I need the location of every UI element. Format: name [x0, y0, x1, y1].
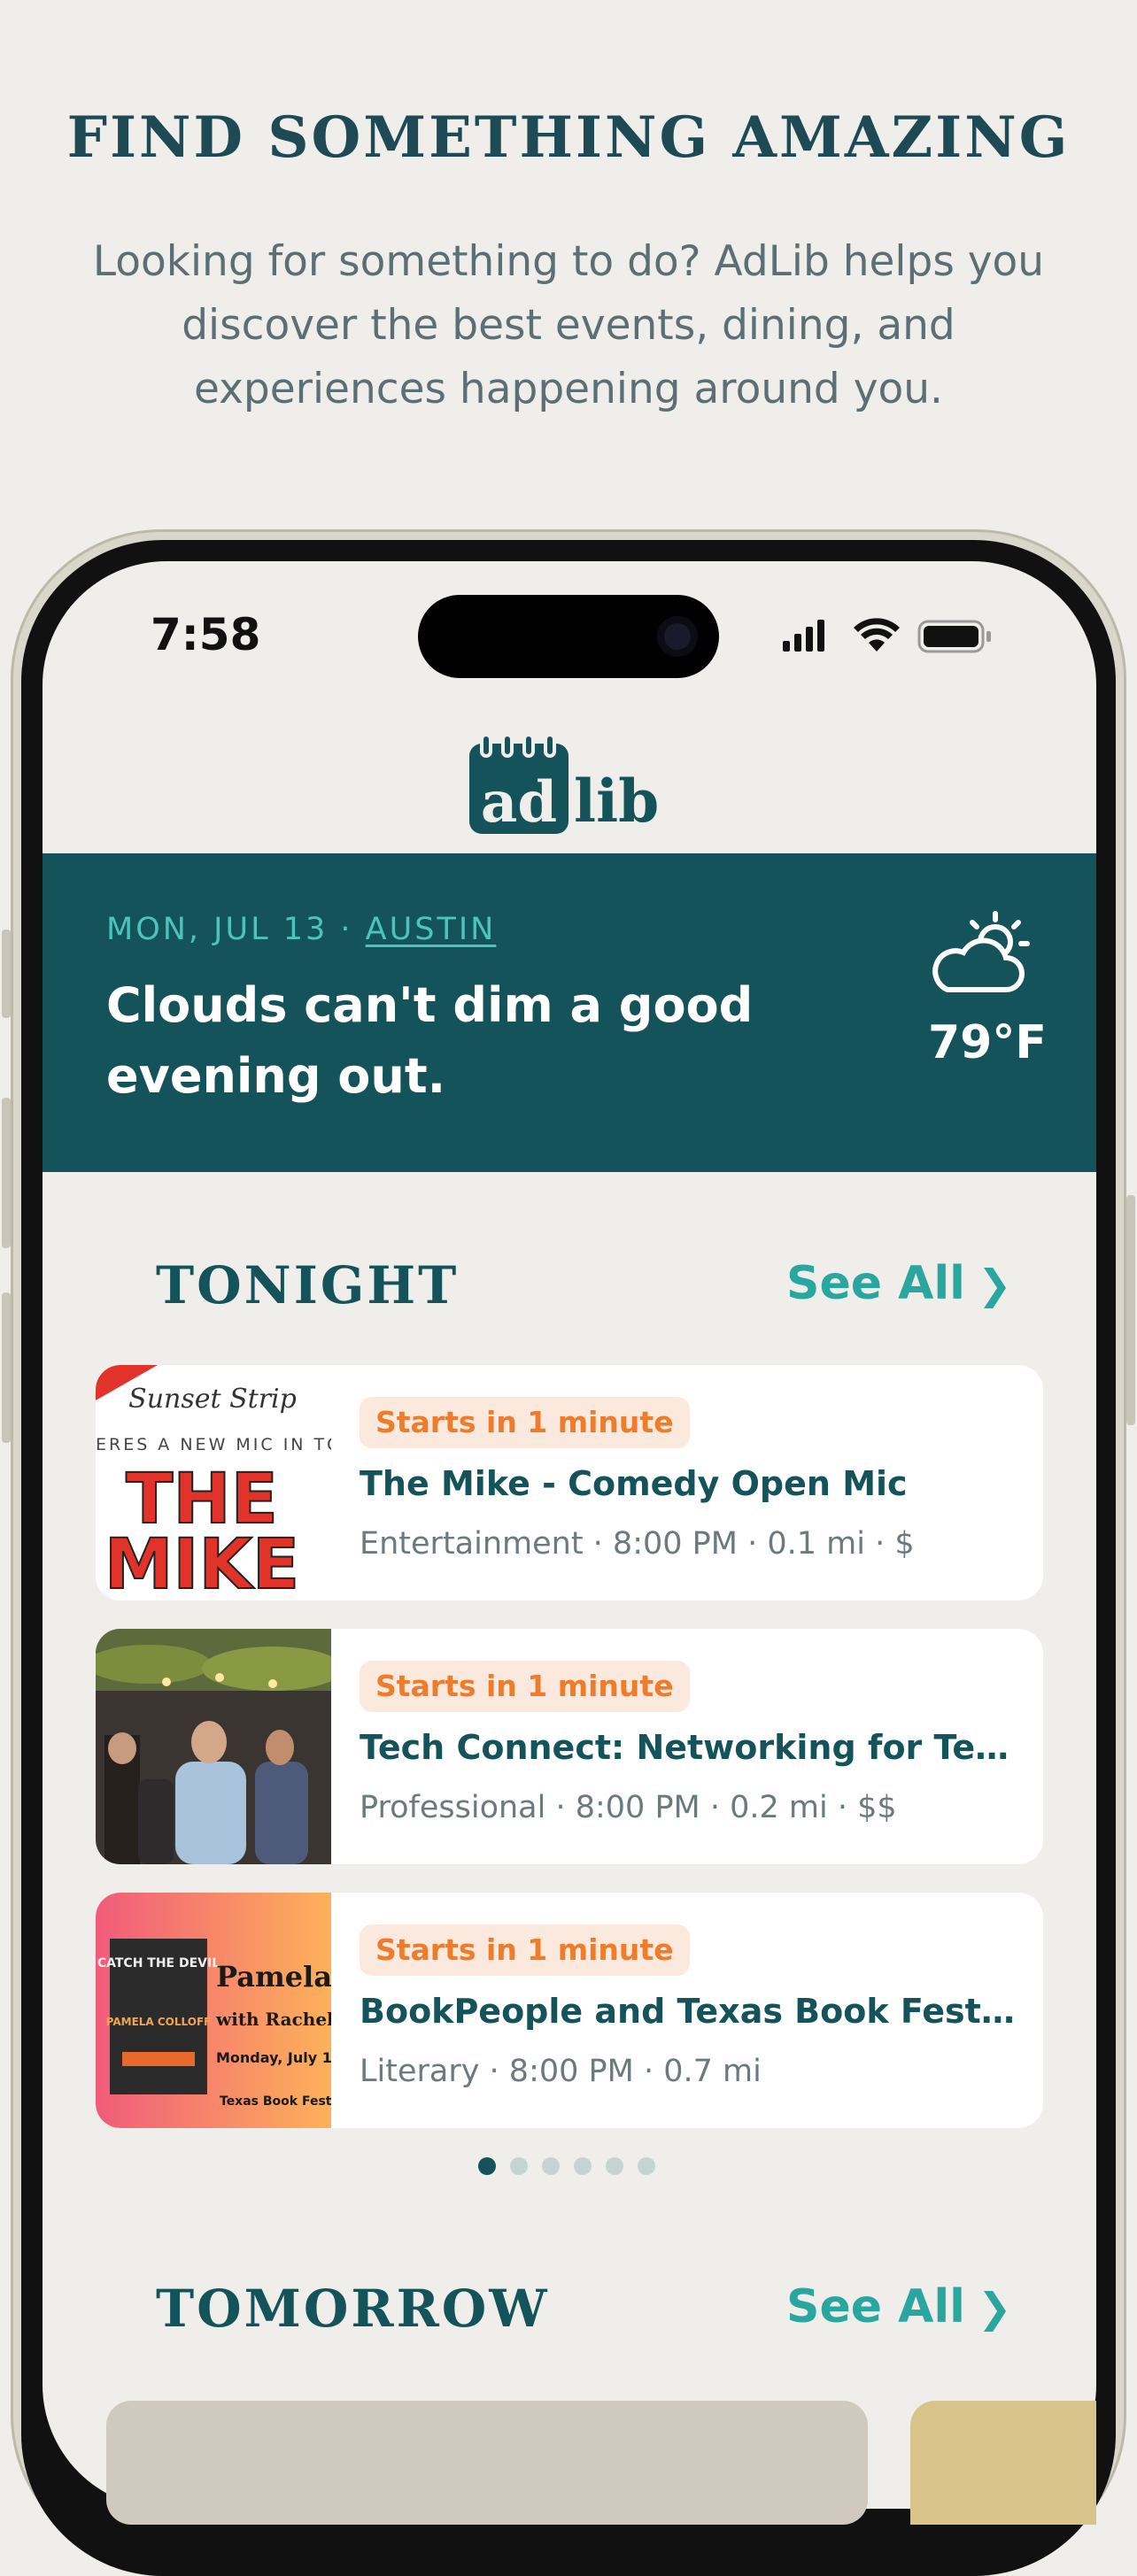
status-time: 7:58: [151, 609, 261, 660]
weather-temperature: 79°F: [928, 1016, 1047, 1069]
adlib-logo: ad lib: [469, 735, 659, 836]
action-button: [2, 929, 11, 1018]
event-thumbnail: CATCH THE DEVIL PAMELA COLLOFF Pamela C …: [96, 1893, 331, 2128]
event-meta: Entertainment · 8:00 PM · 0.1 mi · $: [360, 1526, 915, 1562]
pager-dot[interactable]: [606, 2157, 623, 2175]
svg-text:PAMELA COLLOFF: PAMELA COLLOFF: [106, 2016, 212, 2028]
event-title: The Mike - Comedy Open Mic: [360, 1464, 908, 1503]
hero-title: FIND SOMETHING AMAZING: [66, 104, 1071, 171]
svg-text:Sunset Strip: Sunset Strip: [128, 1384, 297, 1415]
svg-text:lib: lib: [574, 767, 659, 836]
weather-date-location: MON, JUL 13 · AUSTIN: [106, 912, 496, 947]
event-title: Tech Connect: Networking for Tech Startu…: [360, 1728, 1024, 1767]
pager-dot[interactable]: [542, 2157, 560, 2175]
signal-icon: [783, 620, 824, 652]
weather-headline: Clouds can't dim a good evening out.: [106, 977, 754, 1104]
battery-icon: [917, 620, 991, 653]
volume-down-button: [2, 1292, 11, 1443]
svg-text:Monday, July 1: Monday, July 1: [216, 2049, 331, 2066]
pager-dot[interactable]: [510, 2157, 528, 2175]
hero-subtitle: Looking for something to do? AdLib helps…: [92, 237, 1045, 413]
svg-text:ERES A NEW MIC IN TOW: ERES A NEW MIC IN TOW: [96, 1435, 331, 1454]
svg-text:CATCH THE DEVIL: CATCH THE DEVIL: [97, 1956, 220, 1971]
pager-dot[interactable]: [638, 2157, 655, 2175]
event-card[interactable]: [910, 2401, 1096, 2525]
tonight-title: TONIGHT: [156, 1255, 460, 1315]
svg-text:MIKE: MIKE: [104, 1525, 299, 1600]
event-meta: Professional · 8:00 PM · 0.2 mi · $$: [360, 1790, 897, 1825]
chevron-right-icon: ❯: [977, 1261, 1012, 1308]
svg-text:Texas Book Festival: Texas Book Festival: [220, 2094, 331, 2109]
dynamic-island: [418, 595, 719, 678]
event-title: BookPeople and Texas Book Festival Prese…: [360, 1992, 1024, 2031]
weather-date: MON, JUL 13 ·: [106, 912, 366, 947]
svg-text:Pamela C: Pamela C: [216, 1960, 331, 1994]
starts-soon-badge: Starts in 1 minute: [360, 1397, 690, 1448]
see-all-label: See All: [786, 2280, 965, 2333]
pager-dot[interactable]: [478, 2157, 496, 2175]
camera-icon: [657, 616, 698, 657]
wifi-icon: [854, 618, 900, 652]
tomorrow-title: TOMORROW: [156, 2279, 550, 2339]
status-icons: [783, 618, 991, 653]
event-thumbnail: [96, 1629, 331, 1864]
city-link[interactable]: AUSTIN: [366, 912, 497, 947]
pager-dot[interactable]: [574, 2157, 592, 2175]
event-card[interactable]: Starts in 1 minute Tech Connect: Network…: [96, 1629, 1043, 1864]
power-button: [1126, 1195, 1135, 1425]
tonight-see-all-button[interactable]: See All ❯: [786, 1257, 1012, 1310]
svg-text:ad: ad: [481, 769, 557, 836]
chevron-right-icon: ❯: [977, 2284, 1012, 2332]
starts-soon-badge: Starts in 1 minute: [360, 1924, 690, 1976]
event-meta: Literary · 8:00 PM · 0.7 mi: [360, 2054, 762, 2089]
volume-up-button: [2, 1098, 11, 1248]
partly-cloudy-icon: [932, 911, 1030, 992]
event-card[interactable]: CATCH THE DEVIL PAMELA COLLOFF Pamela C …: [96, 1893, 1043, 2128]
svg-text:with Rachel Mo: with Rachel Mo: [215, 2009, 331, 2030]
event-card[interactable]: [106, 2401, 868, 2525]
event-card[interactable]: Sunset Strip ERES A NEW MIC IN TOW THE M…: [96, 1365, 1043, 1600]
starts-soon-badge: Starts in 1 minute: [360, 1661, 690, 1712]
event-thumbnail: Sunset Strip ERES A NEW MIC IN TOW THE M…: [96, 1365, 331, 1600]
see-all-label: See All: [786, 1257, 965, 1310]
tomorrow-see-all-button[interactable]: See All ❯: [786, 2280, 1012, 2333]
